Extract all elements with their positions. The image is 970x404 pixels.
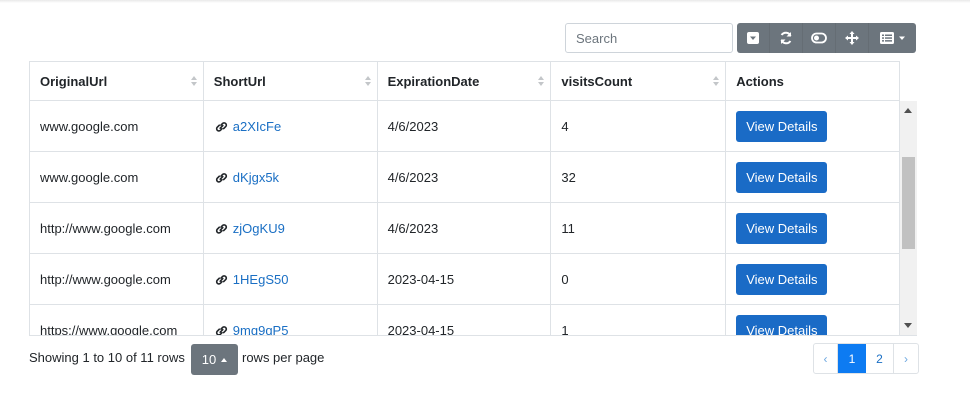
scrollbar-thumb[interactable] bbox=[902, 157, 915, 249]
top-divider bbox=[0, 0, 970, 3]
rows-per-page-label: rows per page bbox=[242, 350, 325, 365]
pagination-page-1[interactable]: 1 bbox=[838, 344, 866, 373]
visits-count-cell: 0 bbox=[551, 254, 727, 304]
link-icon bbox=[215, 274, 227, 285]
sort-icon bbox=[190, 76, 197, 87]
expiration-date-cell: 4/6/2023 bbox=[378, 101, 552, 151]
vertical-scrollbar[interactable] bbox=[900, 101, 917, 335]
fullscreen-button[interactable] bbox=[836, 23, 869, 53]
actions-cell: View Details bbox=[726, 254, 900, 304]
toolbar-button-group bbox=[737, 23, 916, 53]
columns-dropdown-button[interactable] bbox=[869, 23, 916, 53]
sort-icon bbox=[538, 76, 545, 87]
move-arrows-icon bbox=[845, 31, 859, 45]
table-row: https://www.google.com 9mq9qP5 2023-04-1… bbox=[30, 305, 900, 335]
visits-count-cell: 1 bbox=[551, 305, 727, 335]
view-details-button[interactable]: View Details bbox=[736, 314, 828, 335]
short-url-link[interactable]: dKjgx5k bbox=[214, 170, 279, 185]
short-url-cell: a2XIcFe bbox=[204, 101, 378, 151]
visits-count-cell: 32 bbox=[551, 152, 727, 202]
visits-count-cell: 4 bbox=[551, 101, 727, 151]
page-size-dropdown[interactable]: 10 bbox=[191, 344, 238, 375]
link-icon bbox=[215, 121, 227, 132]
pagination-prev[interactable]: ‹ bbox=[814, 344, 838, 373]
sort-icon bbox=[364, 76, 371, 87]
original-url-cell: www.google.com bbox=[30, 152, 204, 202]
data-table: OriginalUrl ShortUrl ExpirationDate visi… bbox=[29, 61, 917, 336]
column-header-shorturl[interactable]: ShortUrl bbox=[204, 62, 378, 101]
original-url-cell: http://www.google.com bbox=[30, 203, 204, 253]
link-icon bbox=[215, 172, 227, 183]
scroll-up-arrow-icon[interactable] bbox=[904, 108, 912, 113]
table-row: www.google.com dKjgx5k 4/6/2023 32 View … bbox=[30, 152, 900, 203]
column-header-originalurl[interactable]: OriginalUrl bbox=[30, 62, 204, 101]
view-details-button[interactable]: View Details bbox=[736, 212, 828, 244]
expiration-date-cell: 2023-04-15 bbox=[378, 254, 552, 304]
search-input[interactable] bbox=[565, 23, 733, 53]
columns-list-icon bbox=[879, 32, 894, 44]
link-icon bbox=[215, 223, 227, 234]
toggle-icon bbox=[811, 32, 827, 44]
short-url-cell: 9mq9qP5 bbox=[204, 305, 378, 335]
short-url-cell: 1HEgS50 bbox=[204, 254, 378, 304]
toggle-pagination-button[interactable] bbox=[803, 23, 836, 53]
pagination-next[interactable]: › bbox=[894, 344, 918, 373]
table-header: OriginalUrl ShortUrl ExpirationDate visi… bbox=[29, 61, 900, 101]
expiration-date-cell: 4/6/2023 bbox=[378, 203, 552, 253]
caret-square-down-icon bbox=[747, 32, 759, 44]
actions-cell: View Details bbox=[726, 305, 900, 335]
short-url-cell: dKjgx5k bbox=[204, 152, 378, 202]
original-url-cell: www.google.com bbox=[30, 101, 204, 151]
link-icon bbox=[215, 325, 227, 335]
refresh-button[interactable] bbox=[770, 23, 803, 53]
original-url-cell: https://www.google.com bbox=[30, 305, 204, 335]
column-header-actions: Actions bbox=[726, 62, 900, 101]
view-details-button[interactable]: View Details bbox=[736, 110, 828, 142]
actions-cell: View Details bbox=[726, 203, 900, 253]
scroll-down-arrow-icon[interactable] bbox=[904, 323, 912, 328]
table-row: www.google.com a2XIcFe 4/6/2023 4 View D… bbox=[30, 101, 900, 152]
visits-count-cell: 11 bbox=[551, 203, 727, 253]
view-details-button[interactable]: View Details bbox=[736, 263, 828, 295]
refresh-icon bbox=[780, 31, 792, 45]
table-row: http://www.google.com zjOgKU9 4/6/2023 1… bbox=[30, 203, 900, 254]
pagination-page-2[interactable]: 2 bbox=[866, 344, 894, 373]
actions-cell: View Details bbox=[726, 152, 900, 202]
view-details-button[interactable]: View Details bbox=[736, 161, 828, 193]
toggle-view-button[interactable] bbox=[737, 23, 770, 53]
short-url-link[interactable]: zjOgKU9 bbox=[214, 221, 285, 236]
expiration-date-cell: 4/6/2023 bbox=[378, 152, 552, 202]
column-header-expirationdate[interactable]: ExpirationDate bbox=[378, 62, 552, 101]
column-header-visitscount[interactable]: visitsCount bbox=[551, 62, 727, 101]
pagination-info: Showing 1 to 10 of 11 rows bbox=[29, 350, 185, 365]
short-url-link[interactable]: 1HEgS50 bbox=[214, 272, 288, 287]
short-url-cell: zjOgKU9 bbox=[204, 203, 378, 253]
pagination: ‹ 1 2 › bbox=[813, 343, 919, 374]
short-url-link[interactable]: 9mq9qP5 bbox=[214, 323, 288, 335]
expiration-date-cell: 2023-04-15 bbox=[378, 305, 552, 335]
original-url-cell: http://www.google.com bbox=[30, 254, 204, 304]
actions-cell: View Details bbox=[726, 101, 900, 151]
caret-up-icon bbox=[221, 357, 228, 362]
short-url-link[interactable]: a2XIcFe bbox=[214, 119, 281, 134]
table-row: http://www.google.com 1HEgS50 2023-04-15… bbox=[30, 254, 900, 305]
chevron-down-icon bbox=[898, 36, 905, 40]
sort-icon bbox=[713, 76, 720, 87]
table-body[interactable]: www.google.com a2XIcFe 4/6/2023 4 View D… bbox=[29, 101, 900, 335]
